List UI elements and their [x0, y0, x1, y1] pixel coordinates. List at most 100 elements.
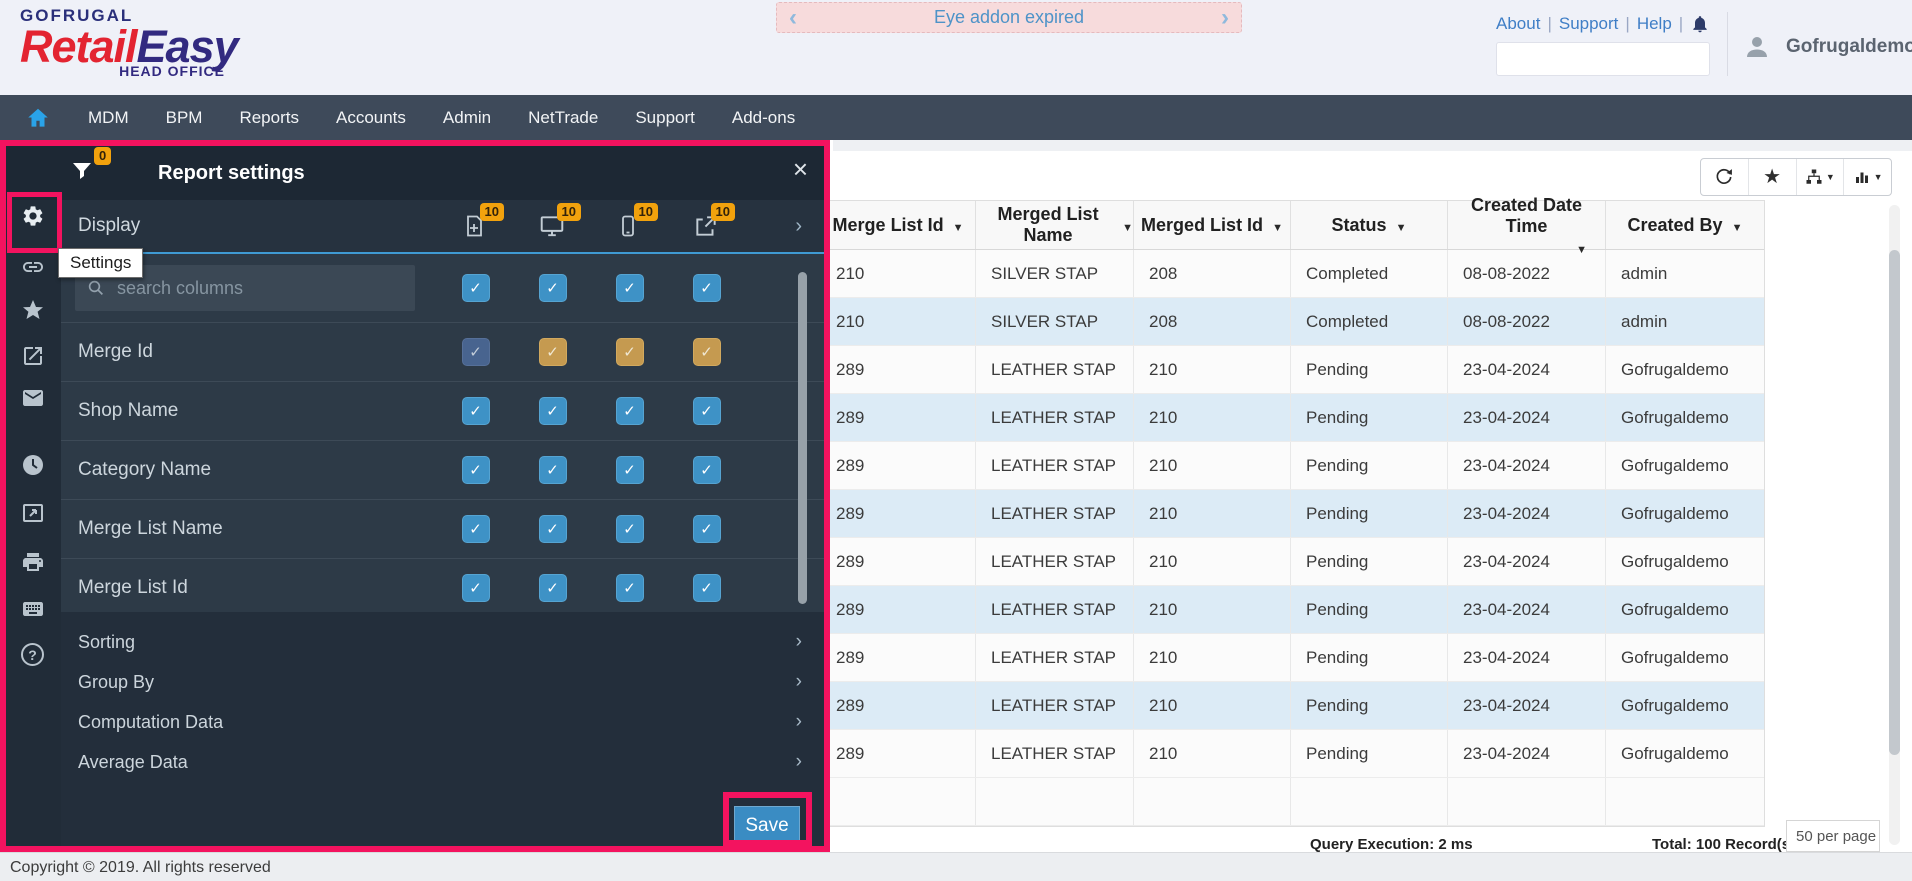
nav-item-bpm[interactable]: BPM	[166, 108, 203, 128]
checkbox-shop-name-4[interactable]	[692, 397, 721, 425]
checkbox-shop-name-2[interactable]	[538, 397, 567, 425]
column-header-merge-list-id[interactable]: Merge List Id	[821, 201, 976, 249]
header-link-help[interactable]: Help	[1637, 14, 1672, 34]
checkbox-merge-list-id-1[interactable]	[461, 574, 490, 602]
banner-prev-icon[interactable]	[789, 6, 797, 30]
checkbox-category-name-2[interactable]	[538, 456, 567, 484]
sort-arrow-icon[interactable]	[1732, 215, 1743, 236]
checkbox-merge-list-id-4[interactable]	[692, 574, 721, 602]
table-row[interactable]: 289 LEATHER STAP 210 Pending 23-04-2024 Gofru…	[821, 586, 1764, 634]
table-row[interactable]: 289 LEATHER STAP 210 Pending 23-04-2024 Gofru…	[821, 538, 1764, 586]
checkbox-merge-list-id-2[interactable]	[538, 574, 567, 602]
checkbox-category-name-3[interactable]	[615, 456, 644, 484]
export-view-tab[interactable]	[21, 501, 45, 525]
table-row[interactable]: 289 LEATHER STAP 210 Pending 23-04-2024 Gofru…	[821, 634, 1764, 682]
sort-arrow-icon[interactable]	[1396, 215, 1407, 236]
table-row[interactable]: 289 LEATHER STAP 210 Pending 23-04-2024 Gofru…	[821, 346, 1764, 394]
checkbox-merge-id-3[interactable]	[615, 338, 644, 366]
sort-arrow-icon[interactable]	[1122, 215, 1133, 236]
column-header-created-date-time[interactable]: Created Date Time	[1448, 195, 1606, 249]
select-all-checkbox-3[interactable]	[615, 274, 644, 302]
display-section-header[interactable]: Display 10 10 10 10	[61, 200, 824, 252]
table-cell: 208	[1134, 298, 1291, 345]
favorite-button[interactable]: ★	[1747, 159, 1796, 195]
nav-item-add-ons[interactable]: Add-ons	[732, 108, 795, 128]
checkbox-merge-id-2[interactable]	[538, 338, 567, 366]
schedule-tab[interactable]	[21, 453, 45, 477]
refresh-button[interactable]	[1701, 159, 1748, 195]
table-row[interactable]: 289 LEATHER STAP 210 Pending 23-04-2024 Gofru…	[821, 394, 1764, 442]
nav-item-support[interactable]: Support	[635, 108, 695, 128]
checkbox-category-name-4[interactable]	[692, 456, 721, 484]
filter-icon[interactable]	[70, 159, 94, 183]
nav-item-reports[interactable]: Reports	[239, 108, 299, 128]
header-link-about[interactable]: About	[1496, 14, 1540, 34]
column-header-merged-list-id[interactable]: Merged List Id	[1134, 201, 1291, 249]
sort-arrow-icon[interactable]	[1272, 215, 1283, 236]
header-search-input[interactable]	[1497, 50, 1720, 68]
print-tab[interactable]	[21, 550, 45, 574]
per-page-select[interactable]: 50 per page	[1786, 820, 1880, 852]
column-label: Shop Name	[78, 400, 179, 421]
table-row[interactable]: 210 SILVER STAP 208 Completed 08-08-2022 admi…	[821, 250, 1764, 298]
nav-item-nettrade[interactable]: NetTrade	[528, 108, 598, 128]
home-icon[interactable]	[25, 105, 51, 131]
checkbox-shop-name-3[interactable]	[615, 397, 644, 425]
favorites-tab[interactable]	[21, 298, 45, 322]
nav-item-admin[interactable]: Admin	[443, 108, 491, 128]
save-button[interactable]: Save	[734, 806, 800, 846]
table-row[interactable]: 289 LEATHER STAP 210 Pending 23-04-2024 Gofru…	[821, 442, 1764, 490]
table-row[interactable]: 210 SILVER STAP 208 Completed 08-08-2022 admi…	[821, 298, 1764, 346]
chart-icon	[1855, 172, 1868, 183]
table-cell: Gofrugaldemo	[1621, 359, 1729, 379]
checkbox-merge-list-name-1[interactable]	[461, 515, 490, 543]
checkbox-merge-id-4[interactable]	[692, 338, 721, 366]
section-sorting[interactable]: Sorting	[61, 622, 824, 662]
checkbox-category-name-1[interactable]	[461, 456, 490, 484]
checkbox-merge-list-name-2[interactable]	[538, 515, 567, 543]
checkbox-merge-id-1[interactable]	[461, 338, 490, 366]
select-all-checkbox-2[interactable]	[538, 274, 567, 302]
link-tab[interactable]	[21, 255, 45, 279]
close-icon[interactable]	[793, 156, 808, 182]
table-row[interactable]: 289 LEATHER STAP 210 Pending 23-04-2024 Gofru…	[821, 730, 1764, 778]
table-scrollbar-thumb[interactable]	[1889, 250, 1900, 755]
display-collapse-icon[interactable]	[795, 200, 802, 252]
nav-item-accounts[interactable]: Accounts	[336, 108, 406, 128]
sort-arrow-icon[interactable]	[953, 215, 964, 236]
select-all-checkbox-4[interactable]	[692, 274, 721, 302]
section-group-by[interactable]: Group By	[61, 662, 824, 702]
column-header-status[interactable]: Status	[1291, 201, 1448, 249]
table-row[interactable]: 289 LEATHER STAP 210 Pending 23-04-2024 Gofru…	[821, 490, 1764, 538]
keyboard-tab[interactable]	[21, 597, 45, 621]
column-search-input[interactable]	[115, 276, 415, 300]
chart-view-button[interactable]: ▼	[1843, 159, 1891, 195]
email-tab[interactable]	[21, 386, 45, 410]
table-cell: LEATHER STAP	[976, 490, 1134, 537]
select-all-checkbox-1[interactable]	[461, 274, 490, 302]
table-row[interactable]: 289 LEATHER STAP 210 Pending 23-04-2024 Gofru…	[821, 682, 1764, 730]
column-header-created-by[interactable]: Created By	[1606, 201, 1764, 249]
user-menu[interactable]: Gofrugaldemo	[1742, 32, 1912, 62]
checkbox-merge-list-name-4[interactable]	[692, 515, 721, 543]
checkbox-merge-list-name-3[interactable]	[615, 515, 644, 543]
table-row[interactable]	[821, 778, 1764, 826]
banner-next-icon[interactable]	[1221, 6, 1229, 30]
table-cell: 210	[1134, 538, 1291, 585]
table-cell: 289	[821, 586, 976, 633]
help-tab[interactable]	[21, 643, 45, 667]
header-link-support[interactable]: Support	[1559, 14, 1619, 34]
nav-item-mdm[interactable]: MDM	[88, 108, 129, 128]
total-records-label: Total: 100 Record(s)	[1652, 836, 1796, 853]
section-average-data[interactable]: Average Data	[61, 742, 824, 782]
hierarchy-view-button[interactable]: ▼	[1795, 159, 1844, 195]
panel-scrollbar-thumb[interactable]	[798, 272, 807, 604]
section-computation-data[interactable]: Computation Data	[61, 702, 824, 742]
checkbox-merge-list-id-3[interactable]	[615, 574, 644, 602]
checkbox-shop-name-1[interactable]	[461, 397, 490, 425]
column-header-merged-list-name[interactable]: Merged List Name	[976, 201, 1134, 249]
table-cell: Pending	[1291, 346, 1448, 393]
bell-icon[interactable]	[1690, 14, 1710, 34]
share-tab[interactable]	[21, 344, 45, 368]
table-cell: 08-08-2022	[1448, 298, 1606, 345]
